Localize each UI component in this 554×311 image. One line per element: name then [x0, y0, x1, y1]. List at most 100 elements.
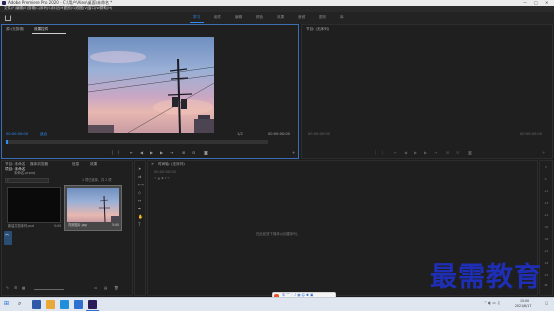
program-extract-button[interactable]: ⊟	[456, 151, 459, 155]
notification-icon[interactable]: ▢	[545, 301, 548, 306]
step-back-button[interactable]: ◀	[140, 151, 143, 155]
utility-pole-photo	[88, 51, 214, 133]
hand-tool-icon[interactable]: ✋	[138, 215, 143, 219]
zoom-slider[interactable]	[34, 289, 64, 290]
close-timeline-icon[interactable]: ✕	[151, 162, 154, 167]
meter-label-12: -12	[544, 190, 549, 193]
source-timecode-duration: 00:00:00:00	[268, 132, 290, 136]
file-explorer-icon[interactable]	[46, 300, 55, 309]
program-mark-in-button[interactable]: ｛	[372, 151, 376, 155]
tab-info[interactable]: 信息	[72, 162, 79, 167]
menu-graphics[interactable]: 图形(G)	[64, 6, 76, 11]
maximize-button[interactable]: □	[534, 1, 538, 5]
tab-effects[interactable]: 效果	[90, 162, 97, 167]
search-taskbar-icon[interactable]: ⌕	[18, 301, 21, 307]
start-button-icon[interactable]: ⊞	[4, 301, 9, 307]
tab-timeline[interactable]: 时间轴: (无序列)	[158, 162, 185, 167]
clip-name-jpg[interactable]: 背景图片.jpg	[68, 223, 87, 227]
export-frame-icon[interactable]: ◙	[204, 151, 208, 155]
close-button[interactable]: ✕	[545, 1, 548, 5]
home-icon[interactable]	[5, 15, 11, 21]
workspace-color[interactable]: 颜色	[256, 15, 263, 20]
workspace-editing[interactable]: 编辑	[235, 15, 242, 20]
clip-duration-jpg: 5:00	[112, 223, 120, 227]
mark-out-button[interactable]: ｝	[118, 151, 122, 155]
delete-icon[interactable]: 🗑	[114, 286, 119, 291]
active-workspace-underline	[190, 22, 204, 23]
program-mark-out-button[interactable]: ｝	[382, 151, 386, 155]
icon-view-icon[interactable]: ▦	[22, 286, 25, 291]
program-play-button[interactable]: ▶	[414, 151, 417, 155]
menu-view[interactable]: 视图(V)	[76, 6, 88, 11]
program-step-back-button[interactable]: ◀	[404, 151, 407, 155]
tray-icons[interactable]: ⌃ ◐ ▭ ♫	[484, 301, 500, 306]
project-search-input[interactable]: ⌕	[5, 178, 49, 183]
fit-dropdown[interactable]: 适合	[40, 132, 47, 137]
word-app-icon[interactable]	[74, 300, 83, 309]
menu-edit[interactable]: 编辑(E)	[16, 6, 28, 11]
minimize-button[interactable]: —	[523, 1, 527, 5]
tab-effect-controls[interactable]: 效果控件	[34, 27, 48, 32]
type-tool-icon[interactable]: T	[138, 223, 140, 227]
workspace-effects[interactable]: 效果	[277, 15, 284, 20]
clip-thumbnail-psd[interactable]	[7, 187, 61, 223]
new-item-icon[interactable]: ▤	[104, 286, 107, 291]
tools-shortcut-icon[interactable]: ︽	[4, 231, 12, 245]
tab-program[interactable]: 节目: (无序列)	[306, 27, 329, 32]
pen-tool-icon[interactable]: ✒	[138, 207, 141, 211]
program-go-to-in-button[interactable]: ⇤	[394, 151, 397, 155]
workspace-learning[interactable]: 学习	[193, 15, 200, 20]
meter-label-48: -48	[544, 262, 549, 265]
razor-tool-icon[interactable]: ◇	[138, 191, 141, 195]
source-playhead[interactable]	[6, 140, 8, 144]
overwrite-button[interactable]: ⊟	[192, 151, 195, 155]
clock-date[interactable]: 2021/6/17	[515, 304, 531, 308]
meter-label-0: 0	[545, 166, 547, 169]
selection-count: 1 项已选择，共 2 项	[82, 178, 112, 182]
workspace-libraries[interactable]: 库	[340, 15, 344, 20]
clip-name-psd[interactable]: 新建文档序列.psd	[8, 224, 34, 228]
tab-source[interactable]: 源:(无剪辑)	[6, 27, 24, 32]
clock-time[interactable]: 15:00	[520, 299, 529, 303]
go-to-in-button[interactable]: ⇤	[130, 151, 133, 155]
program-go-to-out-button[interactable]: ⇥	[434, 151, 437, 155]
new-bin-icon[interactable]: ▭	[94, 286, 97, 291]
track-select-tool-icon[interactable]: ⇉	[138, 175, 141, 179]
clip-thumbnail-jpg[interactable]	[67, 188, 119, 222]
menu-marker[interactable]: 标记(M)	[52, 6, 65, 11]
workspace-assembly[interactable]: 组件	[214, 15, 221, 20]
slip-tool-icon[interactable]: ↔	[138, 199, 141, 203]
tab-media-browser[interactable]: 媒体浏览器	[30, 162, 48, 167]
list-view-icon[interactable]: ☰	[14, 286, 17, 291]
play-button[interactable]: ▶	[150, 151, 153, 155]
workspace-audio[interactable]: 音频	[298, 15, 305, 20]
selection-tool-icon[interactable]: ➤	[138, 167, 141, 171]
add-button[interactable]: +	[292, 151, 295, 155]
program-export-frame-icon[interactable]: ◙	[468, 151, 472, 155]
ripple-edit-tool-icon[interactable]: ⟷	[138, 183, 144, 187]
timeline-snap-icon[interactable]: ⊂ ▲ ◆ ▾ ✎	[154, 176, 170, 180]
source-timecode-current[interactable]: 00:00:00:00	[6, 132, 28, 137]
source-time-ruler[interactable]	[6, 140, 268, 144]
insert-button[interactable]: ⊞	[182, 151, 185, 155]
program-timecode-duration: 00:00:00:00	[520, 132, 542, 136]
task-view-icon[interactable]	[32, 300, 41, 309]
menu-clip[interactable]: 剪辑(C)	[28, 6, 40, 11]
program-add-button[interactable]: +	[542, 151, 545, 155]
mark-in-button[interactable]: ｛	[109, 151, 113, 155]
go-to-out-button[interactable]: ⇥	[170, 151, 173, 155]
edge-browser-icon[interactable]	[60, 300, 69, 309]
step-forward-button[interactable]: ▶	[160, 151, 163, 155]
menu-file[interactable]: 文件(F)	[4, 6, 16, 11]
menu-help[interactable]: 帮助(H)	[100, 6, 112, 11]
meter-label-6: -6	[544, 178, 547, 181]
pencil-icon[interactable]: ✎	[6, 286, 9, 291]
program-timecode-current[interactable]: 00:00:00:00	[308, 132, 330, 137]
program-lift-button[interactable]: ⊞	[446, 151, 449, 155]
timeline-timecode[interactable]: 00:00:00:00	[154, 170, 176, 175]
program-step-forward-button[interactable]: ▶	[424, 151, 427, 155]
premiere-pro-taskbar-icon[interactable]	[88, 300, 97, 309]
workspace-graphics[interactable]: 图形	[319, 15, 326, 20]
resolution-dropdown[interactable]: 1/2	[237, 132, 243, 137]
menu-sequence[interactable]: 序列(S)	[40, 6, 52, 11]
